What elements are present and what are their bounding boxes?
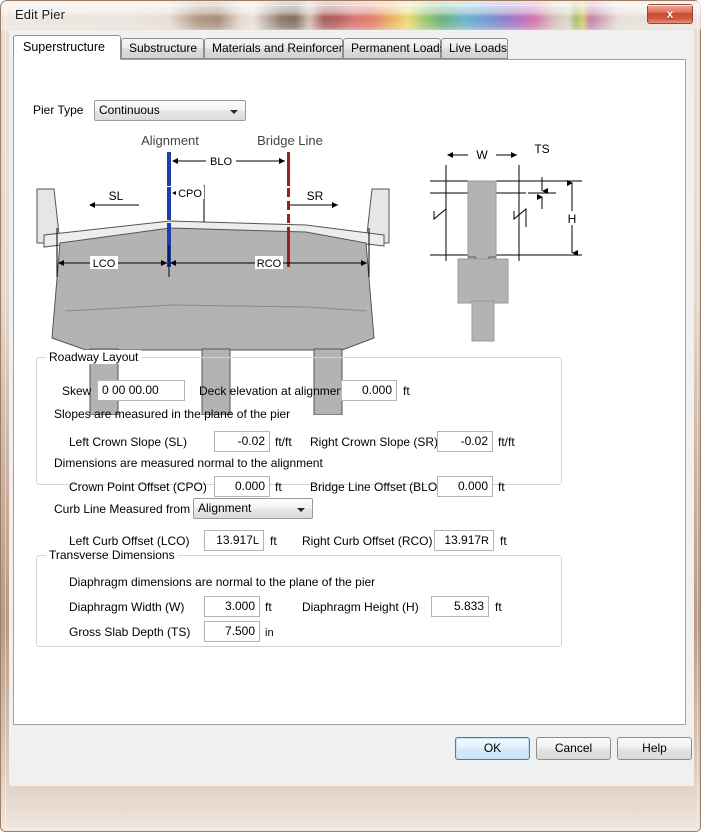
crown-point-offset-label: Crown Point Offset (CPO) [69, 480, 207, 494]
diaphragm-height-input[interactable]: 5.833 [431, 596, 489, 617]
left-curb-offset-value: 13.917 [216, 533, 253, 547]
skew-label: Skew [62, 384, 91, 398]
right-curb-offset-value: 13.917 [444, 533, 481, 547]
pier-type-select[interactable]: Continuous [94, 100, 246, 121]
pier-type-value: Continuous [99, 103, 160, 117]
right-crown-slope-label: Right Crown Slope (SR) [310, 435, 438, 449]
bridge-line-caption: Bridge Line [257, 133, 323, 148]
ts-dim-label: TS [534, 142, 549, 156]
lco-dim-label: LCO [93, 258, 116, 270]
gross-slab-depth-unit: in [265, 627, 274, 639]
tab-materials-and-reinforcement[interactable]: Materials and Reinforcement [204, 38, 343, 59]
h-dim-label: H [568, 212, 577, 226]
crown-point-offset-input[interactable]: 0.000 [214, 476, 270, 497]
alignment-caption: Alignment [141, 133, 199, 148]
diaphragm-width-label: Diaphragm Width (W) [69, 600, 184, 614]
help-button[interactable]: Help [617, 737, 692, 760]
right-curb-offset-unit: ft [500, 534, 507, 548]
bridge-line-offset-input[interactable]: 0.000 [437, 476, 493, 497]
rco-dim-label: RCO [257, 258, 282, 270]
tab-substructure[interactable]: Substructure [121, 38, 204, 59]
diaphragm-note: Diaphragm dimensions are normal to the p… [69, 575, 375, 589]
deck-elevation-unit: ft [403, 384, 410, 398]
roadway-layout-title: Roadway Layout [46, 350, 141, 364]
close-icon[interactable]: x [647, 4, 693, 24]
curb-line-measured-from-value: Alignment [198, 501, 251, 515]
chevron-down-icon [230, 110, 238, 114]
edit-pier-window: Edit Pier x Superstructure Substructure … [0, 0, 701, 832]
left-crown-slope-input[interactable]: -0.02 [214, 431, 270, 452]
w-dim-label: W [476, 148, 488, 162]
bridge-line-offset-unit: ft [498, 480, 505, 494]
superstructure-tab-page: Pier Type Continuous [13, 59, 686, 725]
client-area: Superstructure Substructure Materials an… [9, 30, 694, 786]
right-crown-slope-input[interactable]: -0.02 [437, 431, 493, 452]
left-curb-offset-label: Left Curb Offset (LCO) [69, 534, 190, 548]
sl-label: SL [109, 189, 124, 203]
deck-elevation-label: Deck elevation at alignment [199, 384, 346, 398]
curb-line-measured-from-select[interactable]: Alignment [193, 498, 313, 519]
right-curb-offset-input[interactable]: 13.917R [434, 530, 494, 551]
title-bar[interactable]: Edit Pier x [1, 1, 701, 30]
bridge-line-offset-label: Bridge Line Offset (BLO) [310, 480, 441, 494]
left-crown-slope-unit: ft/ft [275, 435, 292, 449]
sr-label: SR [307, 189, 324, 203]
tab-superstructure[interactable]: Superstructure [13, 35, 121, 60]
cancel-button[interactable]: Cancel [536, 737, 611, 760]
tab-live-loads[interactable]: Live Loads [441, 38, 508, 59]
alignment-line-top [167, 152, 171, 186]
diaphragm-width-unit: ft [265, 600, 272, 614]
diaphragm-width-input[interactable]: 3.000 [204, 596, 260, 617]
curb-line-measured-from-label: Curb Line Measured from [54, 502, 190, 516]
crown-point-offset-unit: ft [275, 480, 282, 494]
left-crown-slope-label: Left Crown Slope (SL) [69, 435, 187, 449]
slopes-note: Slopes are measured in the plane of the … [54, 407, 290, 421]
right-crown-slope-unit: ft/ft [498, 435, 515, 449]
gross-slab-depth-label: Gross Slab Depth (TS) [69, 625, 190, 639]
gross-slab-depth-input[interactable]: 7.500 [204, 621, 260, 642]
ok-button[interactable]: OK [455, 737, 530, 760]
dimensions-note: Dimensions are measured normal to the al… [54, 456, 323, 470]
blo-dim-label: BLO [210, 156, 232, 168]
left-curb-offset-unit: ft [270, 534, 277, 548]
deck-elevation-input[interactable]: 0.000 [341, 380, 397, 401]
window-title: Edit Pier [15, 7, 65, 22]
cpo-dim-label: CPO [178, 188, 202, 200]
diaphragm-height-unit: ft [495, 600, 502, 614]
tab-permanent-loads[interactable]: Permanent Loads [343, 38, 441, 59]
skew-input[interactable]: 0 00 00.00 [97, 380, 185, 401]
title-bar-glass [1, 1, 701, 30]
alignment-line-mid [167, 187, 171, 220]
pier-type-label: Pier Type [33, 103, 83, 117]
chevron-down-icon [297, 508, 305, 512]
diaphragm-height-label: Diaphragm Height (H) [302, 600, 419, 614]
transverse-dimensions-title: Transverse Dimensions [46, 548, 178, 562]
right-curb-offset-label: Right Curb Offset (RCO) [302, 534, 432, 548]
left-curb-offset-input[interactable]: 13.917L [204, 530, 264, 551]
right-curb-offset-suffix: R [481, 535, 489, 547]
left-curb-offset-suffix: L [253, 535, 259, 547]
